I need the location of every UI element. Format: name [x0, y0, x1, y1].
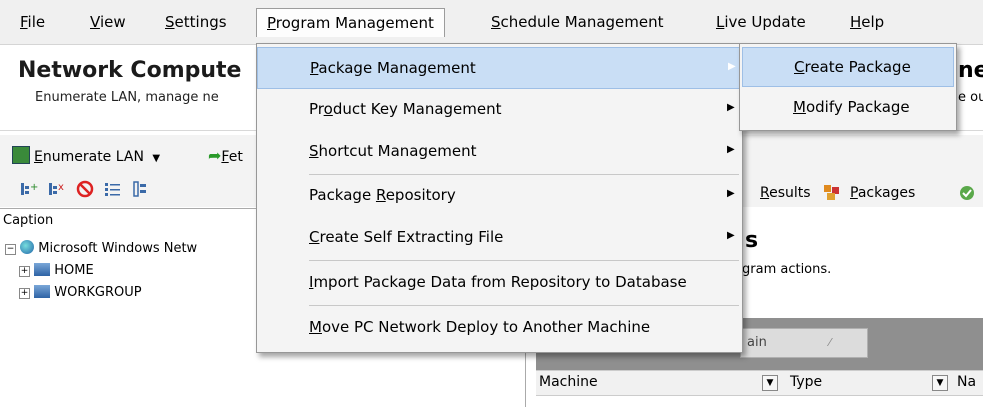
package-management-submenu: Create Package Modify Package	[739, 43, 957, 131]
menu-item-create-package[interactable]: Create Package	[742, 47, 954, 87]
workgroup-icon	[34, 285, 51, 298]
column-name[interactable]: Na	[957, 374, 976, 390]
fetch-button[interactable]: ➦Fet	[208, 146, 243, 165]
panel-description-fragment: gram actions.	[742, 262, 832, 277]
filter-dropdown-icon[interactable]: ▼	[932, 375, 948, 391]
app-subtitle: Enumerate LAN, manage ne	[35, 90, 219, 105]
collapse-toggle-icon[interactable]: −	[5, 244, 16, 255]
green-arrow-icon: ➦	[208, 146, 222, 165]
panel-title-fragment: s	[745, 228, 759, 253]
sort-icon: ⁄	[829, 336, 831, 349]
menu-view[interactable]: View	[90, 10, 126, 34]
expand-toggle-icon[interactable]: +	[19, 266, 30, 277]
remove-tree-icon[interactable]: x	[48, 181, 66, 197]
enumerate-lan-button[interactable]: Enumerate LAN ▼	[12, 146, 160, 165]
right-subtitle-fragment: e ou	[958, 90, 983, 105]
tree-root-node[interactable]: − Microsoft Windows Netw	[5, 240, 197, 256]
submenu-arrow-icon: ▶	[728, 61, 736, 72]
tree-node-workgroup[interactable]: + WORKGROUP	[19, 285, 142, 300]
menu-item-package-repository[interactable]: Package Repository ▶	[257, 175, 742, 217]
column-machine[interactable]: Machine	[539, 374, 598, 390]
submenu-arrow-icon: ▶	[727, 188, 735, 199]
tree-view-icon[interactable]	[132, 181, 150, 197]
list-icon[interactable]	[104, 181, 122, 197]
tree-node-home[interactable]: + HOME	[19, 263, 94, 278]
app-title: Network Compute	[18, 58, 242, 83]
menu-item-shortcut-management[interactable]: Shortcut Management ▶	[257, 131, 742, 173]
check-shield-icon	[958, 184, 976, 202]
tree-caption-header: Caption	[3, 213, 54, 228]
tab-packages[interactable]: Packages	[850, 185, 915, 201]
menu-item-package-management[interactable]: Package Management ▶	[257, 47, 742, 89]
right-title-fragment: ne	[958, 58, 983, 83]
program-management-menu: Package Management ▶ Product Key Managem…	[256, 43, 743, 353]
submenu-arrow-icon: ▶	[727, 144, 735, 155]
expand-toggle-icon[interactable]: +	[19, 288, 30, 299]
menu-item-create-self-extracting-file[interactable]: Create Self Extracting File ▶	[257, 217, 742, 259]
svg-text:+: +	[30, 182, 38, 193]
svg-text:x: x	[58, 182, 64, 193]
menu-separator	[309, 305, 739, 306]
column-type[interactable]: Type	[790, 374, 822, 390]
menu-program-management[interactable]: Program Management	[256, 8, 445, 37]
submenu-arrow-icon: ▶	[727, 102, 735, 113]
tab-results[interactable]: Results	[760, 185, 811, 201]
menu-file[interactable]: File	[20, 10, 45, 34]
menu-separator	[309, 260, 739, 261]
menu-item-modify-package[interactable]: Modify Package	[742, 88, 954, 128]
menu-live-update[interactable]: Live Update	[716, 10, 806, 34]
submenu-arrow-icon: ▶	[727, 230, 735, 241]
workgroup-icon	[34, 263, 51, 276]
menu-help[interactable]: Help	[850, 10, 884, 34]
menu-bar: File View Settings Program Management Sc…	[0, 0, 983, 45]
packages-icon	[823, 184, 841, 202]
grid-column-header: Machine ▼ Type ▼ Na	[536, 370, 983, 396]
filter-dropdown-icon[interactable]: ▼	[762, 375, 778, 391]
windows-network-icon	[20, 240, 35, 254]
block-icon[interactable]	[76, 180, 94, 198]
enumerate-icon	[12, 146, 30, 164]
menu-item-import-package-data[interactable]: Import Package Data from Repository to D…	[257, 262, 742, 304]
chevron-down-icon[interactable]: ▼	[152, 153, 160, 164]
menu-item-product-key-management[interactable]: Product Key Management ▶	[257, 89, 742, 131]
menu-schedule-management[interactable]: Schedule Management	[491, 10, 664, 34]
group-by-chip[interactable]: ain ⁄	[740, 328, 868, 358]
add-tree-icon[interactable]: +	[20, 181, 38, 197]
menu-item-move-pc-network-deploy[interactable]: Move PC Network Deploy to Another Machin…	[257, 307, 742, 349]
menu-settings[interactable]: Settings	[165, 10, 227, 34]
